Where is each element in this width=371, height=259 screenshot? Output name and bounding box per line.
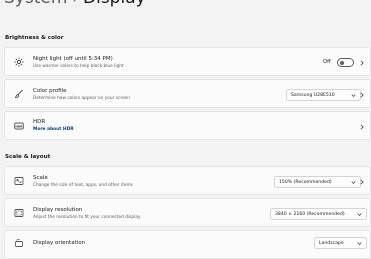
color-profile-dropdown[interactable]: Samsung U28E510 xyxy=(286,88,361,101)
night-light-card[interactable]: Night light (off until 5:34 PM) Use warm… xyxy=(4,47,371,76)
breadcrumb-separator: › xyxy=(72,0,78,7)
hdr-card[interactable]: HDR HDR More about HDR xyxy=(4,111,371,140)
scale-dropdown[interactable]: 150% (Recommended) xyxy=(274,175,361,188)
color-profile-desc: Determine how colors appear on your scre… xyxy=(33,95,131,101)
scale-icon xyxy=(14,177,24,185)
brush-icon xyxy=(14,89,23,98)
chevron-right-icon[interactable] xyxy=(359,179,365,185)
display-resolution-label: Display resolution xyxy=(33,207,83,213)
color-profile-label: Color profile xyxy=(33,88,67,94)
display-resolution-desc: Adjust the resolution to fit your connec… xyxy=(33,214,141,220)
chevron-down-icon xyxy=(357,242,362,245)
scale-desc: Change the size of text, apps, and other… xyxy=(33,182,133,188)
display-resolution-value: 3840 × 2160 (Recommended) xyxy=(275,211,345,217)
scale-value: 150% (Recommended) xyxy=(279,179,332,185)
hdr-more-link[interactable]: More about HDR xyxy=(33,127,74,132)
chevron-down-icon xyxy=(357,212,362,216)
breadcrumb-system[interactable]: System xyxy=(4,0,67,8)
chevron-down-icon xyxy=(351,180,356,184)
toggle-knob xyxy=(340,60,345,65)
night-light-state-label: Off xyxy=(323,59,331,65)
chevron-right-icon[interactable] xyxy=(359,124,365,130)
scale-card[interactable]: Scale Change the size of text, apps, and… xyxy=(4,166,371,195)
section-brightness-color: Brightness & color xyxy=(5,35,64,41)
chevron-right-icon[interactable] xyxy=(359,60,365,66)
display-orientation-card: Display orientation Landscape xyxy=(4,230,371,259)
hdr-label: HDR xyxy=(33,119,46,125)
display-orientation-label: Display orientation xyxy=(33,240,86,246)
display-resolution-card: Display resolution Adjust the resolution… xyxy=(4,198,371,227)
display-orientation-dropdown[interactable]: Landscape xyxy=(314,237,367,249)
svg-text:HDR: HDR xyxy=(15,124,23,128)
display-orientation-value: Landscape xyxy=(319,241,344,246)
night-light-label: Night light (off until 5:34 PM) xyxy=(33,56,113,62)
sun-icon xyxy=(14,57,24,67)
display-resolution-dropdown[interactable]: 3840 × 2160 (Recommended) xyxy=(270,207,367,220)
night-light-toggle[interactable] xyxy=(337,58,354,67)
scale-label: Scale xyxy=(33,175,48,181)
color-profile-value: Samsung U28E510 xyxy=(291,92,335,98)
resolution-icon xyxy=(14,209,24,217)
breadcrumb-current: Display xyxy=(83,0,146,8)
orientation-icon xyxy=(15,239,23,247)
chevron-right-icon[interactable] xyxy=(359,92,365,98)
page-title: System › Display xyxy=(4,0,146,8)
hdr-icon: HDR xyxy=(14,122,24,130)
chevron-down-icon xyxy=(351,93,356,97)
color-profile-card[interactable]: Color profile Determine how colors appea… xyxy=(4,79,371,108)
night-light-desc: Use warmer colors to help block blue lig… xyxy=(33,63,124,69)
section-scale-layout: Scale & layout xyxy=(5,154,51,160)
